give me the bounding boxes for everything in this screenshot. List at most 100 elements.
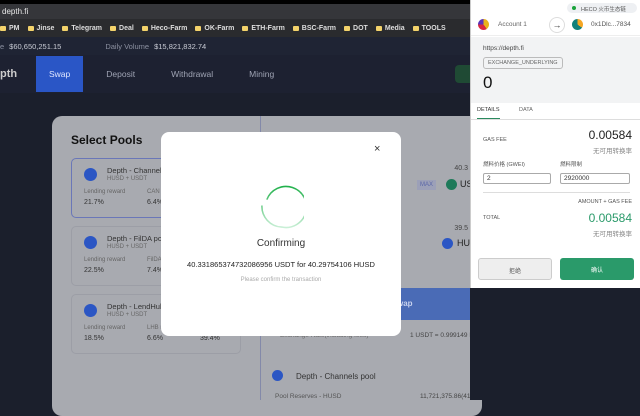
reward-label: Lending reward [84, 189, 126, 195]
volume-label: Daily Volume [105, 41, 150, 51]
pool-name: Depth - Channels pool [296, 372, 376, 381]
logo: pth [0, 68, 18, 80]
volume-value: $15,821,832.74 [154, 41, 207, 51]
reward-value: 18.5% [84, 335, 104, 342]
tx-amount: 0 [483, 73, 493, 92]
bookmark-label: BSC-Farm [301, 24, 337, 32]
reward-label: Lending reward [84, 325, 126, 331]
select-pools-title: Select Pools [71, 133, 143, 147]
reward-value: 21.7% [84, 199, 104, 206]
bookmark-label: Heco-Farm [150, 24, 188, 32]
tab-deposit[interactable]: Deposit [93, 56, 148, 92]
bookmark-label: Deal [119, 24, 134, 32]
tab-data[interactable]: DATA [519, 107, 533, 113]
modal-title: Confirming [256, 238, 306, 249]
reward-value: 22.5% [84, 267, 104, 274]
gas-limit-input[interactable]: 2920000 [560, 173, 630, 184]
gas-fee-value: 0.00584 [588, 128, 632, 142]
max-button[interactable]: MAX [417, 180, 437, 190]
confirm-button[interactable]: 确认 [560, 258, 634, 280]
pool-name: Depth - Channels [107, 166, 166, 175]
folder-icon [375, 25, 382, 31]
amount-gas-label: AMOUNT + GAS FEE [578, 199, 632, 205]
to-token[interactable]: HU [457, 238, 470, 248]
bookmark-item[interactable]: PM [0, 25, 20, 32]
metamask-popup: HECO 火币生态链 Account 1 → 0x1Dlc...7834 htt… [470, 0, 640, 288]
total-value: 0.00584 [588, 211, 632, 225]
account-row: Account 1 → 0x1Dlc...7834 [471, 14, 640, 36]
tvl-value: $60,650,251.15 [9, 41, 62, 51]
gas-price-input[interactable]: 2 [483, 173, 551, 184]
bookmark-item[interactable]: DOT [344, 25, 368, 32]
method-badge: EXCHANGE_UNDERLYING [483, 57, 563, 69]
from-amount: 40.3 [454, 165, 468, 172]
folder-icon [195, 25, 202, 31]
pool-pair: HUSD + USDT [107, 176, 148, 182]
bookmark-item[interactable]: BSC-Farm [292, 24, 337, 32]
bookmark-label: PM [9, 24, 20, 32]
pool-icon [84, 304, 97, 317]
pool-name: Depth - FilDA poo [107, 234, 167, 243]
loading-spinner-icon [261, 185, 304, 229]
bookmark-label: TOOLS [421, 24, 446, 32]
tab-withdrawal[interactable]: Withdrawal [158, 56, 226, 92]
page-background-bottom [470, 288, 640, 400]
bookmark-item[interactable]: Jinse [27, 24, 55, 32]
bookmark-label: ETH-Farm [251, 24, 285, 32]
gas-fee-conversion: 无可用转换率 [593, 148, 632, 155]
network-badge[interactable]: HECO 火币生态链 [567, 3, 637, 13]
gas-price-label: 燃料价格 (GWEI) [483, 162, 525, 168]
gas-fee-label: GAS FEE [483, 137, 507, 143]
tab-swap[interactable]: Swap [36, 56, 84, 92]
folder-icon [292, 25, 299, 31]
folder-icon [141, 25, 148, 31]
folder-icon [344, 25, 351, 31]
folder-icon [110, 25, 117, 31]
total-conversion: 无可用转换率 [593, 231, 632, 238]
confirming-modal: × Confirming 40.331865374732086956 USDT … [161, 132, 401, 336]
to-amount: 39.5 [454, 225, 468, 232]
bookmark-item[interactable]: ETH-Farm [242, 24, 285, 32]
pool-pair: HUSD + USDT [107, 312, 148, 318]
reserves-label: Pool Reserves - HUSD [275, 393, 342, 400]
recipient-avatar [572, 19, 583, 30]
network-status-icon [572, 6, 576, 10]
modal-description: 40.331865374732086956 USDT for 40.297541… [187, 260, 375, 269]
reward-value: 6.6% [147, 335, 163, 342]
tab-mining[interactable]: Mining [236, 56, 287, 92]
total-label: TOTAL [483, 215, 501, 221]
close-icon[interactable]: × [374, 143, 380, 155]
tab-details[interactable]: DETAILS [477, 107, 500, 119]
bookmark-item[interactable]: Telegram [62, 25, 102, 32]
folder-icon [242, 25, 249, 31]
url-text: depth.fi [2, 7, 29, 16]
bookmark-label: DOT [353, 24, 368, 32]
bookmark-item[interactable]: Heco-Farm [141, 24, 188, 32]
pool-name: Depth - LendHub [107, 302, 165, 311]
account-name: Account 1 [498, 21, 527, 28]
bookmark-item[interactable]: Media [375, 24, 405, 32]
pool-icon [272, 370, 283, 381]
folder-icon [62, 25, 69, 31]
origin-section: https://depth.fi EXCHANGE_UNDERLYING 0 [471, 37, 640, 103]
folder-icon [27, 25, 34, 31]
bookmark-label: OK-Farm [204, 24, 235, 32]
usdt-icon [446, 179, 457, 190]
apy-value: 39.4% [200, 335, 220, 342]
bookmark-label: Telegram [71, 24, 103, 32]
husd-icon [442, 238, 453, 249]
gas-limit-label: 燃料限制 [560, 162, 583, 168]
bookmark-label: Media [384, 24, 405, 32]
origin-url: https://depth.fi [483, 45, 524, 52]
reject-button[interactable]: 拒绝 [478, 258, 552, 280]
bookmark-item[interactable]: Deal [110, 25, 134, 32]
folder-icon [412, 25, 419, 31]
bookmark-label: Jinse [36, 24, 55, 32]
metamask-tabs: DETAILS DATA [471, 103, 640, 120]
folder-icon [0, 25, 6, 31]
recipient-address: 0x1Dlc...7834 [591, 21, 631, 28]
bookmark-item[interactable]: OK-Farm [195, 25, 234, 32]
modal-subtitle: Please confirm the transaction [240, 277, 322, 283]
bookmark-item[interactable]: TOOLS [412, 24, 446, 32]
pool-icon [84, 168, 97, 181]
